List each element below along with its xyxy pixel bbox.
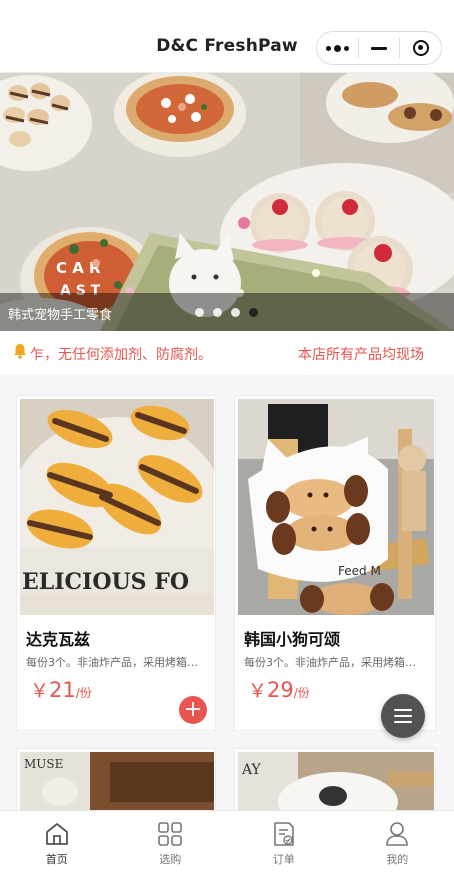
target-icon <box>413 40 429 56</box>
product-image: Feed M <box>238 399 434 615</box>
product-price: ￥29/份 <box>248 676 310 703</box>
order-icon <box>271 821 297 847</box>
close-mini-program-button[interactable] <box>400 32 441 64</box>
product-name: 达克瓦兹 <box>26 626 90 650</box>
product-card[interactable]: Feed M 韩国小狗可颂 每份3个。非油炸产品，采用烤箱烘焙 ￥29/份 <box>234 395 436 731</box>
product-name: 韩国小狗可颂 <box>244 626 340 650</box>
price-unit: /份 <box>294 686 310 700</box>
currency-symbol: ￥ <box>30 680 49 702</box>
notice-text: 乍，无任何添加剂、防腐剂。 <box>30 344 212 364</box>
tab-home[interactable]: 首页 <box>0 811 114 874</box>
mini-program-capsule <box>316 31 442 65</box>
banner-carousel[interactable]: C A R A S T 韩式宠物手工零食 <box>0 73 454 331</box>
user-icon <box>384 821 410 847</box>
notice-bar: 乍，无任何添加剂、防腐剂。 本店所有产品均现场 <box>0 331 454 375</box>
notice-text: 本店所有产品均现场 <box>298 344 424 364</box>
product-description: 每份3个。非油炸产品，采用烤箱烘焙 <box>244 654 424 670</box>
add-to-cart-button[interactable]: + <box>179 696 207 724</box>
tab-profile[interactable]: 我的 <box>341 811 454 874</box>
product-description: 每份3个。非油炸产品，采用烤箱烘焙 <box>26 654 206 670</box>
carousel-dot[interactable] <box>213 308 222 317</box>
tab-label: 订单 <box>273 851 295 867</box>
bottom-tab-bar: 首页 选购 订单 我的 <box>0 810 454 874</box>
banner-caption: 韩式宠物手工零食 <box>8 304 112 323</box>
minimize-button[interactable] <box>359 32 400 64</box>
svg-text:AY: AY <box>241 762 262 778</box>
carousel-dot-active[interactable] <box>249 308 258 317</box>
svg-text:Feed M: Feed M <box>338 564 381 578</box>
product-card[interactable]: ELICIOUS FO 达克瓦兹 每份3个。非油炸产品，采用烤箱烘焙 ￥21/份… <box>16 395 216 731</box>
product-card[interactable]: AY <box>234 748 436 818</box>
product-image: ELICIOUS FO <box>20 399 214 615</box>
price-value: 21 <box>49 678 76 702</box>
home-icon <box>44 821 70 847</box>
floating-menu-button[interactable] <box>381 694 425 738</box>
product-image: AY <box>238 752 434 812</box>
product-image: MUSE <box>20 752 214 812</box>
more-icon <box>326 45 349 52</box>
tab-label: 首页 <box>46 851 68 867</box>
tab-label: 我的 <box>386 851 408 867</box>
notice-ticker: 乍，无任何添加剂、防腐剂。 本店所有产品均现场 <box>30 344 424 364</box>
price-unit: /份 <box>76 686 92 700</box>
product-price: ￥21/份 <box>30 676 92 703</box>
product-card[interactable]: MUSE <box>16 748 216 818</box>
plus-icon: + <box>184 699 202 721</box>
price-value: 29 <box>267 678 294 702</box>
more-button[interactable] <box>317 32 358 64</box>
svg-text:MUSE: MUSE <box>24 757 63 771</box>
bell-icon <box>13 343 27 359</box>
svg-text:ELICIOUS FO: ELICIOUS FO <box>22 569 189 595</box>
grid-icon <box>157 821 183 847</box>
minimize-icon <box>371 47 387 50</box>
tab-label: 选购 <box>159 851 181 867</box>
carousel-dot[interactable] <box>231 308 240 317</box>
tab-orders[interactable]: 订单 <box>227 811 341 874</box>
banner-caption-bar: 韩式宠物手工零食 <box>0 293 454 331</box>
carousel-dot[interactable] <box>195 308 204 317</box>
carousel-indicators <box>195 308 258 317</box>
tab-shop[interactable]: 选购 <box>114 811 228 874</box>
currency-symbol: ￥ <box>248 680 267 702</box>
top-nav-bar: D&C FreshPaw <box>0 0 454 73</box>
